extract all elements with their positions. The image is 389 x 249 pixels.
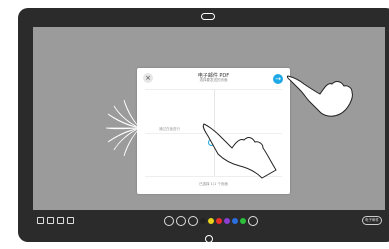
color-swatch[interactable] [240, 218, 246, 224]
hand-pointer-icon [202, 123, 277, 179]
color-swatch[interactable] [232, 218, 238, 224]
camera-icon [201, 13, 215, 20]
color-swatch[interactable] [224, 218, 230, 224]
eraser-button[interactable] [188, 216, 198, 226]
page-icon[interactable] [37, 217, 44, 224]
home-icon[interactable] [205, 235, 213, 243]
bottom-left-controls [37, 217, 74, 224]
undo-icon[interactable] [57, 217, 64, 224]
undo-button[interactable] [164, 216, 174, 226]
color-swatch[interactable] [208, 218, 214, 224]
copy-icon[interactable] [47, 217, 54, 224]
color-swatch[interactable] [216, 218, 222, 224]
color-swatch[interactable] [200, 218, 206, 224]
send-icon[interactable]: → [273, 74, 283, 84]
redo-icon[interactable] [67, 217, 74, 224]
page-label: 通过白板进行 [159, 127, 180, 131]
email-button[interactable]: 电子邮件 [362, 216, 382, 225]
drawing-toolbar [164, 216, 258, 226]
dialog-subtitle: 选择要发送的页面 [199, 78, 228, 82]
close-toolbar-button[interactable] [248, 216, 258, 226]
pen-button[interactable] [176, 216, 186, 226]
dialog-footer: 已选择 1/1 个页面 [199, 182, 228, 186]
hand-pointer-icon [286, 75, 353, 117]
